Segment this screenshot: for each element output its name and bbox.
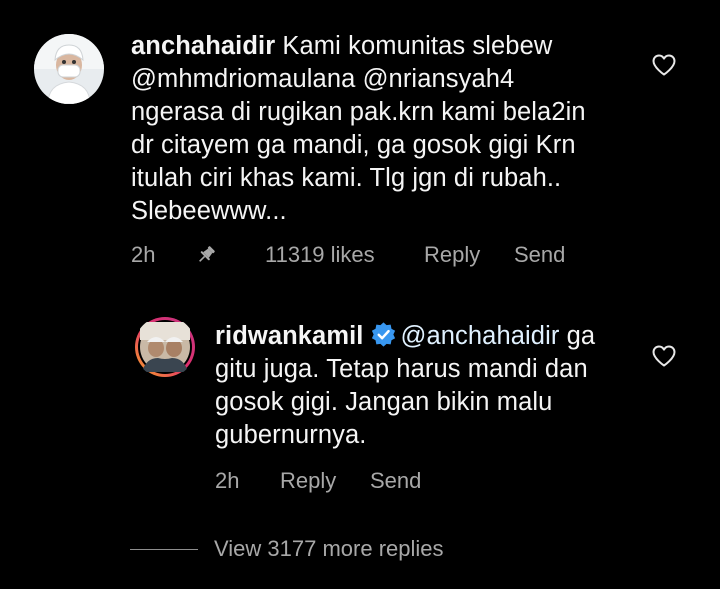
reply-text-line: gitu juga. Tetap harus mandi dan [215, 355, 588, 383]
reply-username[interactable]: ridwankamil [215, 322, 364, 350]
comment-reply-button[interactable]: Reply [424, 242, 480, 268]
comment-text-line: dr citayem ga mandi, ga gosok gigi Krn [131, 131, 576, 159]
comment-text-line: ngerasa di rugikan pak.krn kami bela2in [131, 98, 586, 126]
reply-meta: 2h Reply Send [215, 468, 515, 496]
reply-body: ridwankamil @anchahaidir ga gitu juga. T… [215, 320, 635, 452]
reply-reply-button[interactable]: Reply [280, 468, 336, 494]
comment-text-line: Kami komunitas slebew [282, 32, 553, 60]
reply-time: 2h [215, 468, 240, 493]
view-more-replies[interactable]: View 3177 more replies [130, 535, 490, 565]
comment-text-line: itulah ciri khas kami. Tlg jgn di rubah.… [131, 164, 562, 192]
comment-text-line: Slebeewww... [131, 197, 287, 225]
like-heart-icon[interactable] [651, 53, 677, 77]
reply-avatar[interactable] [134, 316, 196, 378]
pin-icon [199, 246, 215, 262]
comment-body: anchahaidir Kami komunitas slebew @mhmdr… [131, 30, 651, 228]
reply-text-line: gosok gigi. Jangan bikin malu [215, 388, 553, 416]
avatar-image [135, 317, 195, 377]
verified-badge-icon [371, 322, 395, 347]
view-more-replies-label[interactable]: View 3177 more replies [214, 535, 444, 563]
reply-mention-link[interactable]: @anchahaidir [401, 322, 560, 350]
comment-username[interactable]: anchahaidir [131, 32, 275, 60]
avatar-image [34, 34, 104, 104]
like-heart-icon[interactable] [651, 344, 677, 368]
comment-send-button[interactable]: Send [514, 242, 565, 268]
reply-text-line: gubernurnya. [215, 421, 367, 449]
divider-line [130, 549, 198, 550]
reply-send-button[interactable]: Send [370, 468, 421, 494]
comment-time: 2h [131, 242, 156, 267]
comment-meta: 2h 11319 likes Reply Send [131, 242, 611, 270]
comment-likes[interactable]: 11319 likes [265, 242, 375, 268]
commenter-avatar[interactable] [34, 34, 104, 104]
reply-text-line: ga [566, 322, 596, 350]
comment-mentions-line[interactable]: @mhmdriomaulana @nriansyah4 [131, 63, 651, 96]
